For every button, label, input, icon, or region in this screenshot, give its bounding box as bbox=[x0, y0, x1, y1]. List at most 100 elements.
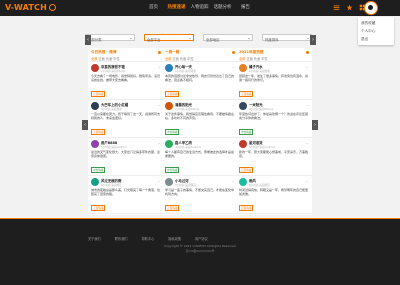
post-card[interactable]: 开心每一天 1小时前 来自微博 ⌄ 本周的话题讨论非常热烈，网友们纷纷表达了自己的看法… bbox=[162, 62, 238, 100]
chevron-down-icon[interactable]: ⌄ bbox=[158, 140, 161, 145]
avatar[interactable] bbox=[239, 178, 247, 186]
chevron-left-icon[interactable]: ‹ bbox=[85, 35, 91, 45]
top-navbar: V-WATCH 首页 热搜速递 人物追踪 话题分析 报告 bbox=[0, 0, 400, 16]
post-content: 最近的天气变化很大，大家出门记得多带件衣服，注意身体健康。 bbox=[91, 150, 161, 159]
column-title: 2021年度热搜 bbox=[239, 50, 264, 54]
nav-item-home[interactable]: 首页 bbox=[142, 4, 165, 10]
post-card[interactable]: 风过无痕的雨 6小时前 来自网页 ⌄ 城市的夜晚总是那么美，灯光照亮了每一个角落，也照… bbox=[88, 176, 164, 214]
post-card[interactable]: 大巴车上的小红帽 3小时前 来自微博 ⌄ 一直以来都在努力，终于等到了这一天，感谢所有… bbox=[88, 100, 164, 138]
column-filter-tab[interactable]: 全部 bbox=[165, 57, 171, 61]
list-icon[interactable] bbox=[333, 4, 340, 11]
avatar[interactable] bbox=[239, 64, 247, 72]
chevron-down-icon[interactable]: ⌄ bbox=[158, 64, 161, 69]
chevron-down-icon[interactable]: ⌄ bbox=[232, 102, 235, 107]
filter-category[interactable]: 全部分类 bbox=[85, 34, 135, 42]
column-filter-tab[interactable]: 负面 bbox=[254, 57, 260, 61]
post-content: 学习是一辈子的事情，不断充实自己，才能在变化中找到方向。 bbox=[165, 188, 235, 197]
post-content: 关于这件事情，我觉得应该理性看待，不要被情绪左右，多听听不同的声音。 bbox=[165, 112, 235, 121]
post-timestamp: 5小时前 来自Android bbox=[249, 145, 275, 149]
feed-column: 2021年度热搜 全部 正面 负面 中性 橘子汽水 1小时前 来自微博 ⌄ 回顾这一年，… bbox=[236, 48, 312, 215]
user-avatar[interactable] bbox=[364, 1, 378, 15]
post-timestamp: 2小时前 来自iPhone bbox=[175, 107, 200, 111]
post-content: 回顾这一年，发生了很多事情，有欢笑也有泪水，感谢一路同行的你们。 bbox=[239, 74, 309, 83]
nav-item-hot[interactable]: 热搜速递 bbox=[165, 4, 188, 10]
avatar[interactable] bbox=[165, 178, 173, 186]
avatar[interactable] bbox=[165, 102, 173, 110]
column-filter-tab[interactable]: 正面 bbox=[98, 57, 104, 61]
footer-divider bbox=[0, 218, 400, 219]
chevron-down-icon[interactable]: ⌄ bbox=[232, 64, 235, 69]
column-filter-tab[interactable]: 中性 bbox=[187, 57, 193, 61]
footer-link-terms[interactable]: 用户协议 bbox=[195, 236, 208, 241]
sentiment-badge: 正面情绪 bbox=[165, 205, 180, 211]
sentiment-badge: 中性情绪 bbox=[239, 129, 254, 135]
column-filter-tab[interactable]: 中性 bbox=[261, 57, 267, 61]
user-dropdown-menu: 我的收藏 个人中心 退出 bbox=[358, 17, 394, 45]
avatar[interactable] bbox=[165, 64, 173, 72]
avatar[interactable] bbox=[91, 178, 99, 186]
menu-item-logout[interactable]: 退出 bbox=[358, 35, 394, 43]
column-filter-tab[interactable]: 全部 bbox=[91, 57, 97, 61]
chevron-right-icon[interactable]: › bbox=[312, 120, 318, 130]
top-icon-group bbox=[333, 4, 366, 11]
menu-item-profile[interactable]: 个人中心 bbox=[358, 27, 394, 35]
post-card[interactable]: 清晨的阳光 2小时前 来自iPhone ⌄ 关于这件事情，我觉得应该理性看待，不要被情… bbox=[162, 100, 238, 138]
chevron-down-icon[interactable]: ⌄ bbox=[306, 102, 309, 107]
post-card[interactable]: 星河滚烫 5小时前 来自Android ⌄ 新的一年，愿大家都能心想事成，平安喜乐，万… bbox=[236, 138, 312, 176]
avatar[interactable] bbox=[165, 140, 173, 148]
post-card[interactable]: 小马过河 7小时前 来自网页 ⌄ 学习是一辈子的事情，不断充实自己，才能在变化中找到方… bbox=[162, 176, 238, 214]
chevron-down-icon[interactable]: ⌄ bbox=[306, 178, 309, 183]
chevron-down-icon[interactable]: ⌄ bbox=[158, 178, 161, 183]
post-content: 一直以来都在努力，终于等到了这一天，感谢所有支持我的人，未来会更好。 bbox=[91, 112, 161, 121]
column-filter-tab[interactable]: 全部 bbox=[239, 57, 245, 61]
menu-item-favorites[interactable]: 我的收藏 bbox=[358, 19, 394, 27]
post-card[interactable]: 用户8888 5小时前 来自Android ⌄ 最近的天气变化很大，大家出门记得多带件… bbox=[88, 138, 164, 176]
chevron-down-icon bbox=[248, 37, 250, 39]
column-filter-tab[interactable]: 正面 bbox=[172, 57, 178, 61]
footer-link-privacy[interactable]: 隐私政策 bbox=[168, 236, 181, 241]
avatar[interactable] bbox=[239, 140, 247, 148]
star-icon[interactable] bbox=[346, 4, 353, 11]
filter-region[interactable]: 全部地区 bbox=[203, 34, 253, 42]
footer-link-contact[interactable]: 联系我们 bbox=[115, 236, 128, 241]
nav-item-topics[interactable]: 话题分析 bbox=[211, 4, 234, 10]
sentiment-badge: 正面情绪 bbox=[91, 129, 106, 135]
chevron-down-icon[interactable]: ⌄ bbox=[306, 140, 309, 145]
post-content: 年度热词出炉了，你最喜欢哪一个？欢迎在评论区留言分享你的看法。 bbox=[239, 112, 309, 121]
post-content: 时间过得真快，转眼又是一年，希望明年的自己能更加勇敢。 bbox=[239, 188, 309, 197]
avatar[interactable] bbox=[91, 102, 99, 110]
sentiment-badge: 正面情绪 bbox=[165, 91, 180, 97]
chevron-down-icon bbox=[189, 37, 191, 39]
filter-platform[interactable]: 全部平台 bbox=[144, 34, 194, 42]
avatar[interactable] bbox=[91, 140, 99, 148]
footer-links: 关于我们 联系我们 帮助中心 隐私政策 用户协议 bbox=[88, 236, 208, 241]
post-card[interactable]: 欢喜的我很不错 2小时前 来自iPhone ⌄ 今天去看了一场电影，感觉特别好，剧情紧… bbox=[88, 62, 164, 100]
post-card[interactable]: 路人甲乙丙 4小时前 来自Android ⌄ 每个人都有自己的生活方式，尊重彼此的选择… bbox=[162, 138, 238, 176]
footer-link-about[interactable]: 关于我们 bbox=[88, 236, 101, 241]
column-filter-tab[interactable]: 负面 bbox=[180, 57, 186, 61]
nav-item-report[interactable]: 报告 bbox=[234, 4, 257, 10]
chevron-down-icon[interactable]: ⌄ bbox=[306, 64, 309, 69]
post-card[interactable]: 一米阳光 3小时前 来自iPhone ⌄ 年度热词出炉了，你最喜欢哪一个？欢迎在评论区… bbox=[236, 100, 312, 138]
sentiment-badge: 正面情绪 bbox=[239, 167, 254, 173]
avatar[interactable] bbox=[91, 64, 99, 72]
filter-sort-heat[interactable]: 热度排序 bbox=[262, 34, 312, 42]
column-filter-tab[interactable]: 正面 bbox=[246, 57, 252, 61]
post-card[interactable]: 晚风 8小时前 来自网页 ⌄ 时间过得真快，转眼又是一年，希望明年的自己能更加勇敢。正… bbox=[236, 176, 312, 214]
post-card[interactable]: 橘子汽水 1小时前 来自微博 ⌄ 回顾这一年，发生了很多事情，有欢笑也有泪水，感谢一路… bbox=[236, 62, 312, 100]
chevron-down-icon[interactable]: ⌄ bbox=[232, 140, 235, 145]
column-filter-tabs: 全部 正面 负面 中性 bbox=[91, 56, 161, 61]
avatar[interactable] bbox=[239, 102, 247, 110]
feed-column: 今日热搜 · 微博 全部 正面 负面 中性 欢喜的我很不错 2小时前 来自iPhon… bbox=[88, 48, 164, 215]
logo[interactable]: V-WATCH bbox=[5, 3, 57, 12]
column-filter-tabs: 全部 正面 负面 中性 bbox=[165, 56, 235, 61]
column-title: 今日热搜 · 微博 bbox=[91, 50, 117, 54]
chevron-down-icon bbox=[130, 37, 132, 39]
nav-item-people[interactable]: 人物追踪 bbox=[188, 4, 211, 10]
chevron-down-icon[interactable]: ⌄ bbox=[232, 178, 235, 183]
chevron-right-icon[interactable]: › bbox=[310, 35, 316, 45]
footer-link-help[interactable]: 帮助中心 bbox=[142, 236, 155, 241]
column-filter-tab[interactable]: 中性 bbox=[113, 57, 119, 61]
chevron-down-icon[interactable]: ⌄ bbox=[158, 102, 161, 107]
column-filter-tab[interactable]: 负面 bbox=[106, 57, 112, 61]
